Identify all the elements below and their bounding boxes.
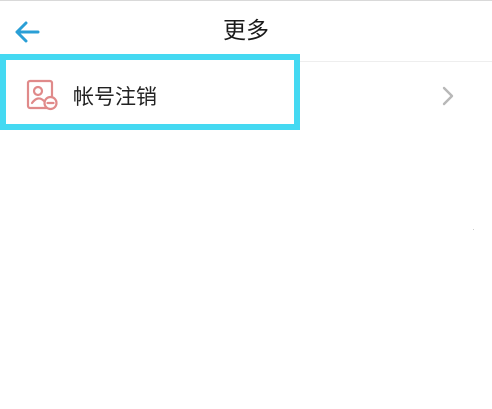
arrow-left-icon (15, 21, 40, 43)
back-button[interactable] (8, 13, 46, 51)
more-screen: 更多 帐号注销 (0, 0, 492, 409)
menu-item-label: 帐号注销 (73, 85, 157, 109)
header-bar: 更多 (0, 1, 492, 61)
speck (473, 229, 474, 230)
chevron-right-icon (442, 86, 454, 106)
page-title: 更多 (223, 18, 269, 44)
account-cancel-icon (26, 79, 58, 111)
